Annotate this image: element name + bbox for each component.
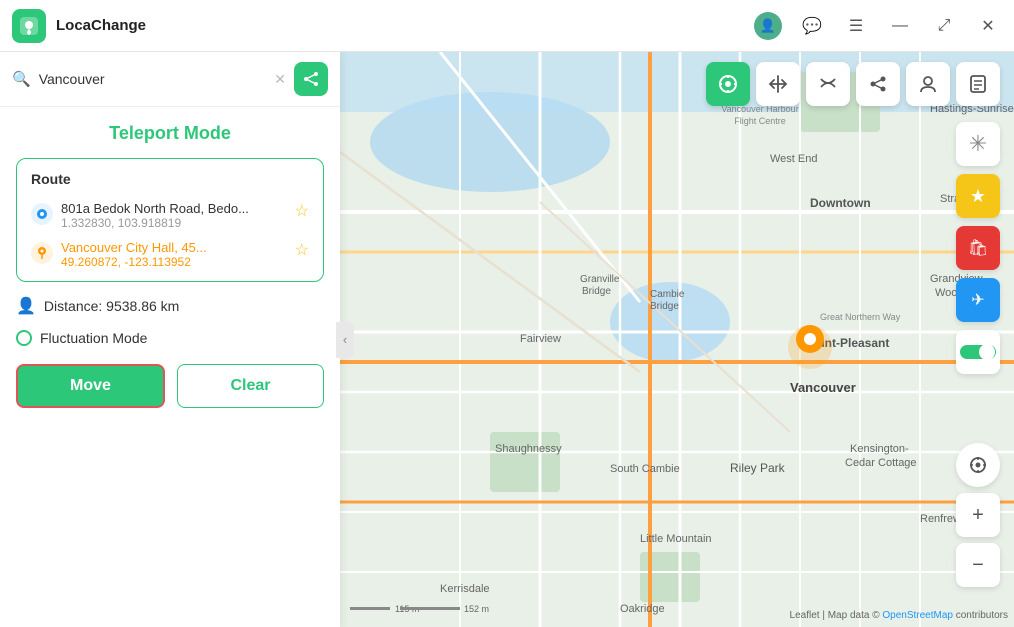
bag-button[interactable]: 🛍 xyxy=(956,226,1000,270)
title-bar: LocaChange 👤 💬 ☰ — ⤢ ✕ xyxy=(0,0,1014,52)
locate-button[interactable] xyxy=(956,443,1000,487)
panel-content: Teleport Mode Route 801a Bedok North Roa… xyxy=(0,107,340,627)
share-button[interactable]: ✈ xyxy=(956,278,1000,322)
zoom-out-button[interactable]: − xyxy=(956,543,1000,587)
distance-icon: 👤 xyxy=(16,296,36,316)
star-button[interactable]: ★ xyxy=(956,174,1000,218)
close-button[interactable]: ✕ xyxy=(974,12,1002,40)
svg-text:West End: West End xyxy=(770,153,818,165)
menu-button[interactable]: ☰ xyxy=(842,12,870,40)
minimize-button[interactable]: — xyxy=(886,12,914,40)
svg-text:Oakridge: Oakridge xyxy=(620,603,665,615)
user-mode-button[interactable] xyxy=(906,62,950,106)
panel-title: Teleport Mode xyxy=(16,123,324,144)
svg-text:Downtown: Downtown xyxy=(810,196,871,210)
svg-text:Kensington-: Kensington- xyxy=(850,443,909,455)
branch-mode-button[interactable] xyxy=(856,62,900,106)
svg-text:Little Mountain: Little Mountain xyxy=(640,533,712,545)
svg-text:Fairview: Fairview xyxy=(520,333,561,345)
destination-text: Vancouver City Hall, 45... 49.260872, -1… xyxy=(61,240,287,269)
app-title: LocaChange xyxy=(56,17,146,34)
multi-stop-button[interactable] xyxy=(806,62,850,106)
map-canvas: West End Downtown Strathcona Grandview- … xyxy=(340,52,1014,627)
svg-text:Bridge: Bridge xyxy=(582,286,611,297)
destination-item: Vancouver City Hall, 45... 49.260872, -1… xyxy=(31,240,309,269)
map-attribution: Leaflet | Map data © OpenStreetMap contr… xyxy=(790,610,1008,621)
title-controls: 👤 💬 ☰ — ⤢ ✕ xyxy=(754,12,1002,40)
left-panel: 🔍 ✕ Teleport Mode Route xyxy=(0,52,340,627)
destination-coords: 49.260872, -123.113952 xyxy=(61,255,287,269)
destination-dot xyxy=(31,242,53,264)
origin-name: 801a Bedok North Road, Bedo... xyxy=(61,201,261,216)
app-logo xyxy=(12,9,46,43)
svg-text:152 m: 152 m xyxy=(464,604,489,614)
distance-label: Distance: 9538.86 km xyxy=(44,298,179,314)
toggle-button[interactable] xyxy=(956,330,1000,374)
search-bar: 🔍 ✕ xyxy=(0,52,340,107)
fluctuation-label: Fluctuation Mode xyxy=(40,330,147,346)
clear-button[interactable]: Clear xyxy=(177,364,324,408)
route-box: Route 801a Bedok North Road, Bedo... 1.3… xyxy=(16,158,324,282)
move-button[interactable]: Move xyxy=(16,364,165,408)
origin-dot xyxy=(31,203,53,225)
route-label: Route xyxy=(31,171,309,187)
svg-text:Riley Park: Riley Park xyxy=(730,461,786,475)
search-input[interactable] xyxy=(39,71,267,87)
origin-star[interactable]: ☆ xyxy=(295,201,309,221)
search-clear-icon[interactable]: ✕ xyxy=(274,71,286,88)
origin-text: 801a Bedok North Road, Bedo... 1.332830,… xyxy=(61,201,287,230)
svg-text:Kerrisdale: Kerrisdale xyxy=(440,583,490,595)
asterisk-button[interactable]: ✳ xyxy=(956,122,1000,166)
history-button[interactable] xyxy=(956,62,1000,106)
origin-item: 801a Bedok North Road, Bedo... 1.332830,… xyxy=(31,201,309,230)
chat-button[interactable]: 💬 xyxy=(798,12,826,40)
fluctuation-row: Fluctuation Mode xyxy=(16,330,324,346)
action-row: Move Clear xyxy=(16,364,324,408)
collapse-arrow[interactable]: ‹ xyxy=(336,322,354,358)
svg-text:Great Northern Way: Great Northern Way xyxy=(820,312,901,322)
share-button[interactable] xyxy=(294,62,328,96)
svg-text:Flight Centre: Flight Centre xyxy=(734,116,786,126)
destination-star[interactable]: ☆ xyxy=(295,240,309,260)
attribution-link[interactable]: OpenStreetMap xyxy=(882,610,953,621)
svg-text:Shaughnessy: Shaughnessy xyxy=(495,443,562,455)
map-toolbar xyxy=(706,62,1000,106)
main-area: 🔍 ✕ Teleport Mode Route xyxy=(0,52,1014,627)
svg-text:Cedar Cottage: Cedar Cottage xyxy=(845,457,917,469)
move-mode-button[interactable] xyxy=(756,62,800,106)
svg-text:Granville: Granville xyxy=(580,274,620,285)
svg-text:Cambie: Cambie xyxy=(650,289,685,300)
map-area[interactable]: West End Downtown Strathcona Grandview- … xyxy=(340,52,1014,627)
map-bottom-controls: + − xyxy=(956,443,1000,587)
origin-coords: 1.332830, 103.918819 xyxy=(61,216,287,230)
search-icon: 🔍 xyxy=(12,70,31,88)
zoom-in-button[interactable]: + xyxy=(956,493,1000,537)
teleport-mode-button[interactable] xyxy=(706,62,750,106)
destination-name: Vancouver City Hall, 45... xyxy=(61,240,261,255)
right-side-buttons: ✳ ★ 🛍 ✈ xyxy=(956,122,1000,374)
distance-row: 👤 Distance: 9538.86 km xyxy=(16,296,324,316)
svg-text:Vancouver: Vancouver xyxy=(790,380,856,395)
user-avatar[interactable]: 👤 xyxy=(754,12,782,40)
maximize-button[interactable]: ⤢ xyxy=(930,12,958,40)
svg-text:South Cambie: South Cambie xyxy=(610,463,680,475)
fluctuation-circle xyxy=(16,330,32,346)
svg-text:Bridge: Bridge xyxy=(650,301,679,312)
